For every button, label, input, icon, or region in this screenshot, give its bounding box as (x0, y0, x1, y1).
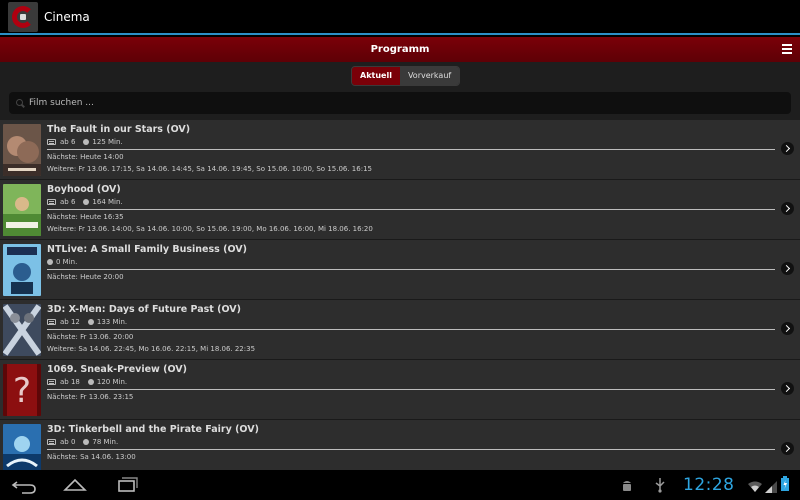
recent-apps-icon[interactable] (112, 474, 140, 496)
divider (47, 329, 775, 330)
clock-icon (83, 199, 90, 205)
chevron-right-icon[interactable] (781, 382, 794, 395)
clock-icon (83, 139, 90, 145)
fsk-rating: ab 0 (60, 438, 76, 446)
next-showtime: Nächste: Heute 16:35 (47, 213, 124, 221)
title-bar: Cinema (0, 0, 800, 35)
next-showtime: Nächste: Heute 20:00 (47, 273, 124, 281)
movie-meta: ab 18 120 Min. (47, 378, 127, 386)
movie-poster (3, 244, 41, 296)
chevron-right-icon[interactable] (781, 442, 794, 455)
usb-icon (654, 477, 666, 497)
next-showtime: Nächste: Fr 13.06. 20:00 (47, 333, 134, 341)
svg-text:?: ? (13, 371, 31, 411)
app-title: Cinema (44, 9, 90, 24)
battery-icon (781, 476, 789, 495)
movie-meta: ab 12 133 Min. (47, 318, 127, 326)
movie-poster: ? (3, 364, 41, 416)
chevron-right-icon[interactable] (781, 202, 794, 215)
movie-duration: 0 Min. (56, 258, 78, 266)
clock-icon (47, 259, 53, 265)
film-rating-icon (47, 139, 56, 145)
fsk-rating: ab 12 (60, 318, 80, 326)
movie-item[interactable]: The Fault in our Stars (OV) ab 6 125 Min… (0, 120, 800, 180)
fsk-rating: ab 6 (60, 198, 76, 206)
clock-icon (87, 319, 94, 325)
tab-aktuell[interactable]: Aktuell (352, 67, 400, 85)
movie-duration: 164 Min. (92, 198, 123, 206)
movie-duration: 125 Min. (92, 138, 123, 146)
movie-title: 1069. Sneak-Preview (OV) (47, 364, 187, 375)
movie-title: NTLive: A Small Family Business (OV) (47, 244, 247, 255)
movie-duration: 120 Min. (96, 378, 128, 386)
movie-poster (3, 124, 41, 176)
movie-duration: 133 Min. (96, 318, 128, 326)
movie-item[interactable]: 3D: Tinkerbell and the Pirate Fairy (OV)… (0, 420, 800, 470)
hamburger-menu-icon[interactable] (782, 44, 792, 54)
cinema-logo-icon[interactable] (8, 1, 38, 32)
system-navigation-bar: 12:28 (0, 470, 800, 500)
action-bar: Programm (0, 37, 800, 62)
movie-title: Boyhood (OV) (47, 184, 121, 195)
clock-icon (83, 439, 90, 445)
divider (47, 209, 775, 210)
page-title: Programm (370, 44, 430, 55)
search-icon (15, 98, 25, 108)
signal-icon (765, 478, 777, 497)
film-rating-icon (47, 199, 56, 205)
clock-icon (87, 379, 94, 385)
next-showtime: Nächste: Heute 14:00 (47, 153, 124, 161)
android-debug-icon (620, 478, 634, 497)
movie-list: The Fault in our Stars (OV) ab 6 125 Min… (0, 120, 800, 470)
next-showtime: Nächste: Sa 14.06. 13:00 (47, 453, 136, 461)
movie-title: 3D: X-Men: Days of Future Past (OV) (47, 304, 241, 315)
chevron-right-icon[interactable] (781, 322, 794, 335)
search-bar (9, 92, 791, 114)
next-showtime: Nächste: Fr 13.06. 23:15 (47, 393, 134, 401)
movie-item[interactable]: NTLive: A Small Family Business (OV) 0 M… (0, 240, 800, 300)
chevron-right-icon[interactable] (781, 262, 794, 275)
wifi-icon (748, 478, 762, 497)
movie-meta: 0 Min. (47, 258, 77, 266)
film-rating-icon (47, 439, 56, 445)
tab-switcher: Aktuell Vorverkauf (351, 66, 461, 86)
movie-title: The Fault in our Stars (OV) (47, 124, 191, 135)
divider (47, 389, 775, 390)
tab-vorverkauf[interactable]: Vorverkauf (399, 67, 460, 85)
fsk-rating: ab 18 (60, 378, 80, 386)
divider (47, 149, 775, 150)
home-icon[interactable] (61, 474, 89, 496)
further-showtimes: Weitere: Fr 13.06. 14:00, Sa 14.06. 10:0… (47, 225, 373, 233)
movie-meta: ab 0 78 Min. (47, 438, 118, 446)
movie-meta: ab 6 125 Min. (47, 138, 123, 146)
further-showtimes: Weitere: Sa 14.06. 22:45, Mo 16.06. 22:1… (47, 345, 256, 353)
movie-meta: ab 6 164 Min. (47, 198, 123, 206)
movie-title: 3D: Tinkerbell and the Pirate Fairy (OV) (47, 424, 259, 435)
movie-item[interactable]: Boyhood (OV) ab 6 164 Min. Nächste: Heut… (0, 180, 800, 240)
search-input[interactable] (25, 92, 791, 114)
fsk-rating: ab 6 (60, 138, 76, 146)
main-content: Aktuell Vorverkauf The Fault in our Star… (0, 62, 800, 470)
back-icon[interactable] (10, 474, 38, 496)
divider (47, 269, 775, 270)
divider (47, 449, 775, 450)
film-rating-icon (47, 319, 56, 325)
movie-item[interactable]: ? 1069. Sneak-Preview (OV) ab 18 120 Min… (0, 360, 800, 420)
status-time: 12:28 (683, 475, 735, 495)
movie-poster (3, 424, 41, 470)
chevron-right-icon[interactable] (781, 142, 794, 155)
movie-item[interactable]: 3D: X-Men: Days of Future Past (OV) ab 1… (0, 300, 800, 360)
movie-duration: 78 Min. (92, 438, 119, 446)
movie-poster (3, 184, 41, 236)
further-showtimes: Weitere: Fr 13.06. 17:15, Sa 14.06. 14:4… (47, 165, 372, 173)
film-rating-icon (47, 379, 56, 385)
movie-poster (3, 304, 41, 356)
